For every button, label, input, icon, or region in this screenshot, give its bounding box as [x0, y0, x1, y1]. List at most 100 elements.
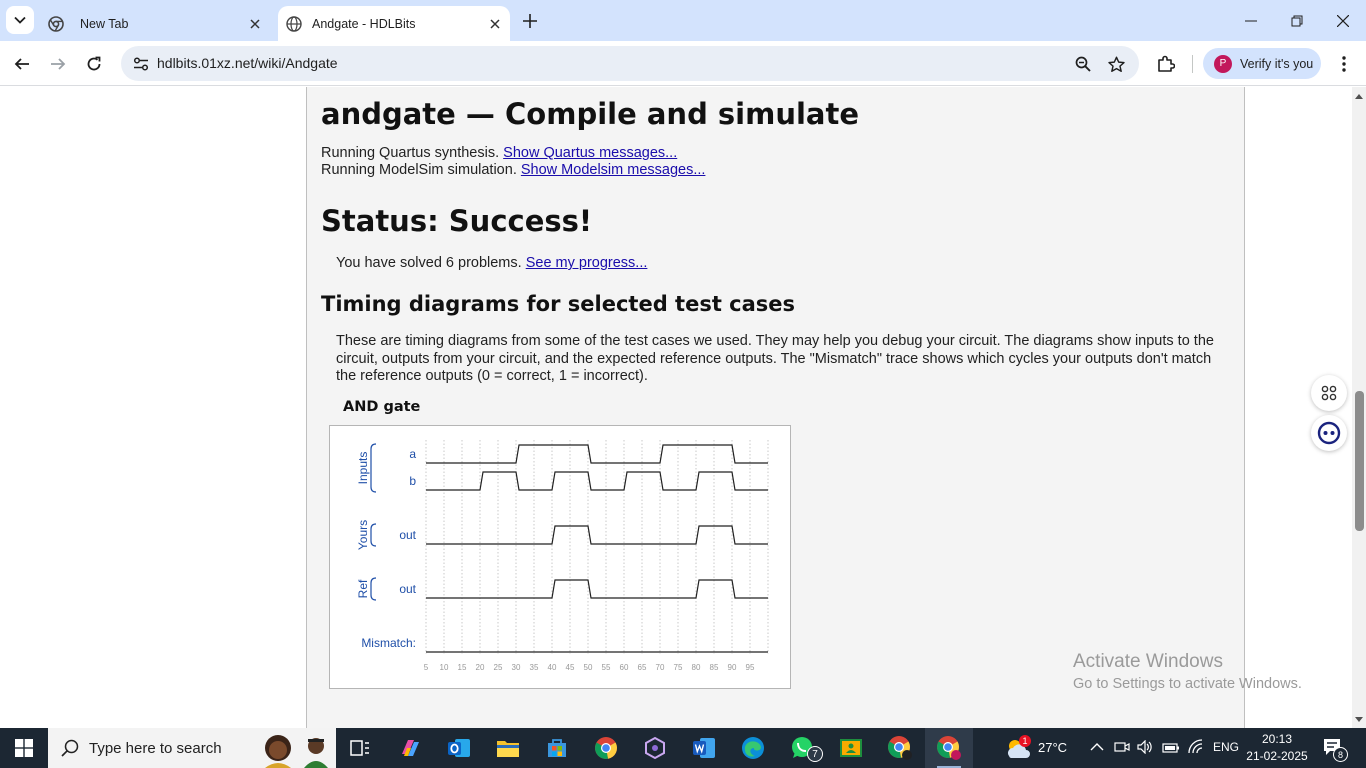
time-tick-label: 90	[728, 663, 737, 672]
time-tick-label: 50	[584, 663, 593, 672]
time-tick-label: 45	[566, 663, 575, 672]
weather-icon[interactable]: 1	[1003, 735, 1033, 760]
simulation-text: Running ModelSim simulation.	[321, 162, 521, 178]
chrome-active-app[interactable]	[925, 728, 973, 768]
clock[interactable]: 20:13 21-02-2025	[1244, 731, 1310, 765]
watermark-subtitle: Go to Settings to activate Windows.	[1073, 676, 1302, 692]
show-modelsim-messages-link[interactable]: Show Modelsim messages...	[521, 162, 706, 178]
time-tick-label: 60	[620, 663, 629, 672]
edge-icon	[742, 737, 764, 759]
trace-a	[426, 444, 768, 464]
word-app[interactable]	[680, 728, 728, 768]
page-title: andgate — Compile and simulate	[321, 97, 860, 131]
restore-button[interactable]	[1274, 0, 1320, 41]
assistant-face-icon	[1317, 421, 1341, 445]
show-quartus-messages-link[interactable]: Show Quartus messages...	[503, 145, 677, 161]
temperature-text[interactable]: 27°C	[1038, 740, 1067, 755]
group-label: Yours	[356, 520, 370, 550]
timing-heading: Timing diagrams for selected test cases	[321, 292, 796, 316]
time-tick-label: 55	[602, 663, 611, 672]
signal-label: a	[409, 447, 416, 461]
battery-icon[interactable]	[1162, 741, 1180, 759]
classroom-icon	[840, 739, 862, 757]
profile-verify-button[interactable]: P Verify it's you	[1203, 48, 1321, 79]
new-tab-button[interactable]	[516, 7, 544, 35]
start-button[interactable]	[0, 728, 48, 768]
outlook-app[interactable]	[435, 728, 483, 768]
tab-search-button[interactable]	[6, 6, 34, 34]
forward-button[interactable]	[43, 49, 73, 79]
chrome-profile-app[interactable]	[876, 728, 924, 768]
time-tick-label: 95	[746, 663, 755, 672]
hexagon-app-icon	[645, 736, 665, 760]
show-hidden-icons[interactable]	[1090, 740, 1104, 759]
address-bar[interactable]: hdlbits.01xz.net/wiki/Andgate	[121, 46, 1139, 81]
classroom-app[interactable]	[827, 728, 875, 768]
meet-now-icon[interactable]	[1114, 740, 1130, 759]
close-icon[interactable]	[244, 13, 266, 35]
folder-icon	[497, 741, 519, 757]
windows-taskbar: Type here to search 7 1 27°C ENG 20:13 2…	[0, 728, 1366, 768]
chevron-up-icon	[1090, 743, 1104, 751]
group-bracket	[370, 523, 377, 547]
extensions-button[interactable]	[1151, 49, 1181, 79]
time-tick-label: 5	[424, 663, 429, 672]
bookmark-star-icon[interactable]	[1102, 50, 1130, 78]
time-tick-label: 10	[440, 663, 449, 672]
globe-icon	[286, 15, 302, 32]
wifi-icon[interactable]	[1187, 739, 1205, 760]
clock-time: 20:13	[1261, 732, 1293, 746]
minimize-icon	[1245, 20, 1257, 21]
time-tick-label: 65	[638, 663, 647, 672]
zoom-icon[interactable]	[1069, 50, 1097, 78]
time-tick-label: 35	[530, 663, 539, 672]
copilot-app[interactable]	[386, 728, 434, 768]
scroll-thumb[interactable]	[1355, 391, 1364, 531]
time-tick-label: 40	[548, 663, 557, 672]
back-button[interactable]	[7, 49, 37, 79]
site-info-icon[interactable]	[127, 50, 155, 78]
url-text[interactable]: hdlbits.01xz.net/wiki/Andgate	[157, 55, 338, 71]
apps-side-button[interactable]	[1311, 375, 1347, 411]
group-label: Ref	[356, 579, 370, 598]
verify-label: Verify it's you	[1240, 56, 1314, 71]
page-viewport: andgate — Compile and simulate Running Q…	[0, 87, 1352, 728]
scroll-up-icon[interactable]	[1352, 89, 1366, 103]
taskbar-search-box[interactable]: Type here to search	[48, 728, 336, 768]
task-view-button[interactable]	[336, 728, 384, 768]
close-icon	[1337, 14, 1349, 27]
minimize-button[interactable]	[1228, 0, 1274, 41]
menu-button[interactable]	[1329, 49, 1359, 79]
microsoft-store-app[interactable]	[533, 728, 581, 768]
file-explorer-app[interactable]	[484, 728, 532, 768]
close-icon[interactable]	[484, 13, 506, 35]
page-scrollbar[interactable]	[1352, 87, 1366, 728]
time-tick-label: 20	[476, 663, 485, 672]
chevron-down-icon	[14, 16, 26, 24]
phone-link-app[interactable]	[631, 728, 679, 768]
notifications-button[interactable]: 8	[1322, 737, 1348, 762]
search-highlight-illustration	[260, 728, 336, 768]
chrome-app[interactable]	[582, 728, 630, 768]
close-window-button[interactable]	[1320, 0, 1366, 41]
arrow-right-icon	[51, 58, 66, 70]
see-progress-link[interactable]: See my progress...	[526, 255, 648, 271]
edge-app[interactable]	[729, 728, 777, 768]
avatar: P	[1214, 54, 1232, 73]
language-indicator[interactable]: ENG	[1213, 740, 1239, 754]
reload-button[interactable]	[79, 49, 109, 79]
tab-new-tab[interactable]: New Tab	[40, 6, 270, 41]
synthesis-text: Running Quartus synthesis.	[321, 145, 504, 161]
assistant-side-button[interactable]	[1311, 415, 1347, 451]
tab-andgate[interactable]: Andgate - HDLBits	[278, 6, 510, 41]
mismatch-label: Mismatch:	[361, 636, 416, 650]
volume-icon[interactable]	[1137, 739, 1153, 759]
solved-text: You have solved 6 problems.	[336, 255, 526, 271]
scroll-down-icon[interactable]	[1352, 712, 1366, 726]
group-bracket	[370, 577, 377, 601]
trace-yours-out	[426, 525, 768, 545]
synthesis-line: Running Quartus synthesis. Show Quartus …	[321, 145, 677, 161]
time-tick-label: 25	[494, 663, 503, 672]
chrome-icon	[937, 736, 961, 760]
whatsapp-app[interactable]: 7	[778, 728, 826, 768]
